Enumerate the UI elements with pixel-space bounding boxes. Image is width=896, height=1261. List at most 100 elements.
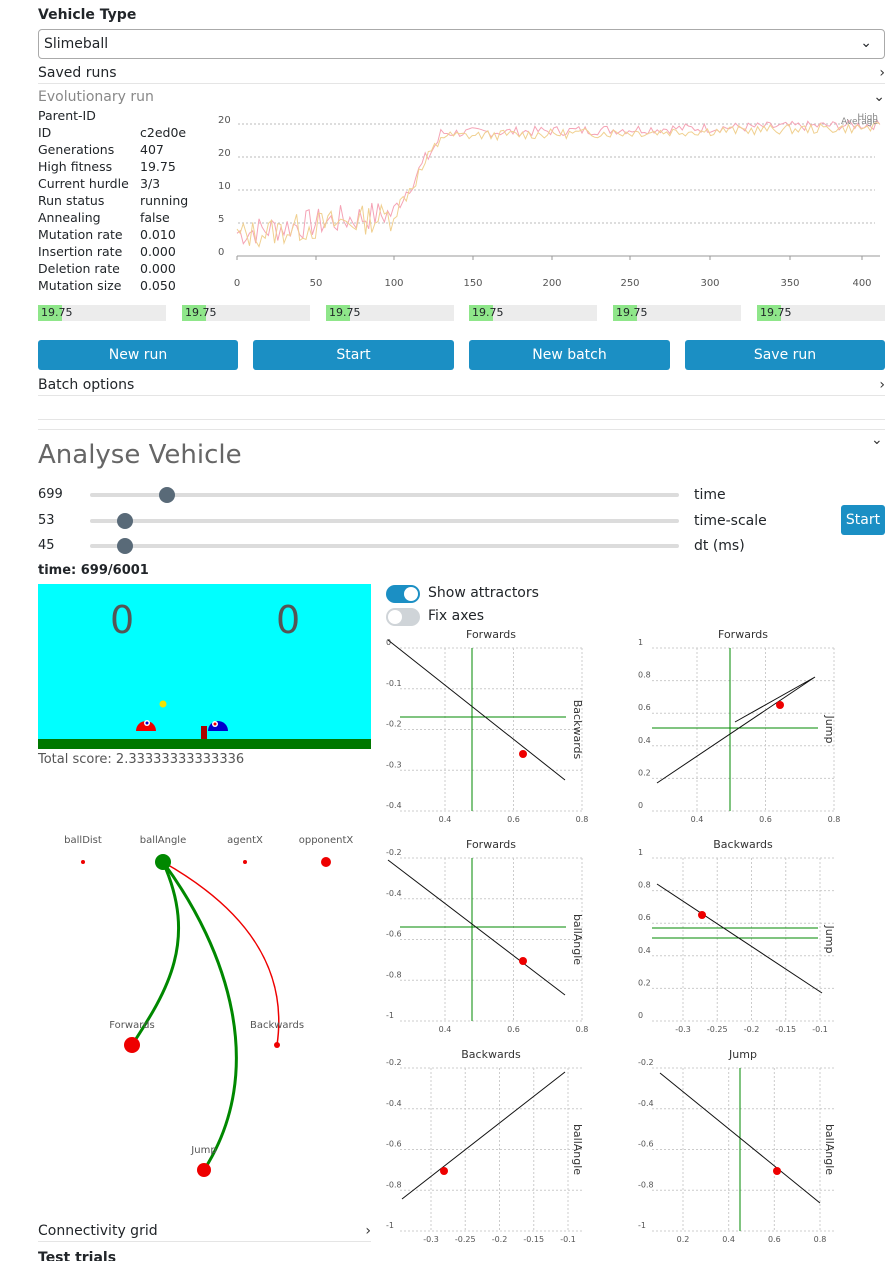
x-tick-label: 150 (463, 278, 482, 289)
toggle-label: Show attractors (428, 585, 539, 601)
high-line (236, 119, 881, 245)
plot-ylabel: ballAngle (571, 1124, 584, 1175)
x-tick-label: 400 (852, 278, 871, 289)
y-tick-label: -0.3 (386, 760, 402, 769)
x-tick-label: 0.4 (439, 1025, 452, 1034)
x-tick-label: -0.2 (492, 1235, 508, 1244)
slider-thumb[interactable] (159, 487, 175, 503)
x-tick-label: 250 (620, 278, 639, 289)
info-value: 0.050 (140, 278, 176, 293)
toggle-fix-axes[interactable]: Fix axes (386, 608, 484, 626)
vehicle-type-value: Slimeball (44, 36, 109, 52)
save-run-button[interactable]: Save run (685, 340, 885, 370)
info-key: Annealing (38, 210, 101, 225)
y-tick-label: 0.6 (638, 703, 651, 712)
x-tick-label: 0.2 (677, 1235, 690, 1244)
saved-runs-label: Saved runs (38, 64, 117, 81)
game-canvas: 0 0 (38, 584, 371, 749)
y-tick-label: 0.2 (638, 978, 651, 987)
divider (38, 419, 885, 420)
start-button[interactable]: Start (253, 340, 454, 370)
info-key: Run status (38, 193, 105, 208)
slider-thumb[interactable] (117, 513, 133, 529)
slider-label: dt (ms) (694, 538, 745, 554)
evolutionary-run-header[interactable]: Evolutionary run ⌄ (38, 87, 885, 107)
y-tick-label: -0.1 (386, 679, 402, 688)
plot-ylabel: ballAngle (571, 914, 584, 965)
chevron-down-icon[interactable]: ⌄ (871, 432, 883, 448)
saved-runs-header[interactable]: Saved runs › (38, 62, 885, 84)
x-tick-label: 0 (234, 278, 240, 289)
phase-plot: Backwards 1 0.8 0.6 0.4 0.2 0 -0.3 -0.25 -0.2 -0.1… (638, 838, 836, 1034)
y-tick-label: 20 (218, 148, 231, 159)
x-tick-label: -0.2 (744, 1025, 760, 1034)
input-label: opponentX (299, 835, 354, 846)
slider-value: 699 (38, 487, 63, 502)
analyse-start-button[interactable]: Start (841, 505, 885, 535)
state-marker (519, 957, 527, 965)
test-trials-label[interactable]: Test trials (38, 1250, 116, 1261)
fitness-bar: 19.75 (326, 305, 454, 321)
info-key: Deletion rate (38, 261, 120, 276)
slider-label: time (694, 487, 726, 503)
output-label: Forwards (109, 1020, 154, 1031)
agent-pupil (145, 721, 149, 725)
x-tick-label: 350 (780, 278, 799, 289)
toggle-show-attractors[interactable]: Show attractors (386, 585, 539, 603)
output-node (124, 1037, 140, 1053)
y-tick-label: -0.4 (386, 801, 402, 810)
new-batch-button[interactable]: New batch (469, 340, 670, 370)
vehicle-type-label: Vehicle Type (38, 7, 137, 23)
x-tick-label: -0.15 (523, 1235, 544, 1244)
slider-track[interactable] (90, 544, 679, 548)
output-node (197, 1163, 211, 1177)
info-key: Current hurdle (38, 176, 129, 191)
y-tick-label: -0.4 (386, 1099, 402, 1108)
fitness-bar: 19.75 (469, 305, 597, 321)
analyse-title: Analyse Vehicle (38, 440, 242, 470)
fitness-bar-label: 19.75 (760, 306, 792, 319)
input-node (155, 854, 171, 870)
connectivity-grid-header[interactable]: Connectivity grid › (38, 1220, 371, 1242)
x-tick-label: 50 (310, 278, 323, 289)
time-label: time: 699/6001 (38, 563, 149, 578)
plot-ylabel: Backwards (571, 700, 584, 760)
slider-label: time-scale (694, 513, 767, 529)
evolutionary-run-label: Evolutionary run (38, 89, 154, 105)
batch-options-header[interactable]: Batch options › (38, 374, 885, 396)
total-score: Total score: 2.33333333333336 (38, 752, 245, 767)
y-tick-label: 1 (638, 848, 643, 857)
new-run-button[interactable]: New run (38, 340, 238, 370)
vehicle-type-select[interactable]: Slimeball ⌄ (38, 29, 885, 59)
info-key: Generations (38, 142, 115, 157)
info-value: 0.000 (140, 261, 176, 276)
slider-thumb[interactable] (117, 538, 133, 554)
x-tick-label: -0.15 (775, 1025, 796, 1034)
y-tick-label: -0.2 (386, 720, 402, 729)
toggle-switch[interactable] (386, 608, 420, 626)
x-tick-label: 0.8 (576, 815, 589, 824)
plot-title: Forwards (718, 628, 768, 641)
network-graph: ballDist ballAngle agentX opponentX Forwards… (64, 835, 354, 1177)
info-value: c2ed0e (140, 125, 187, 140)
input-node (81, 860, 85, 864)
y-tick-label: -0.8 (386, 1180, 402, 1189)
chevron-right-icon: › (365, 1222, 371, 1239)
ground (38, 739, 371, 749)
slider-track[interactable] (90, 493, 679, 497)
fitness-bar: 19.75 (38, 305, 166, 321)
slider-track[interactable] (90, 519, 679, 523)
input-node (321, 857, 331, 867)
x-tick-label: 0.8 (814, 1235, 827, 1244)
toggle-switch[interactable] (386, 585, 420, 603)
y-tick-label: 0.6 (638, 913, 651, 922)
opponent-slime (208, 721, 228, 731)
input-label: ballDist (64, 835, 102, 846)
plot-title: Forwards (466, 628, 516, 641)
info-value: 3/3 (140, 176, 161, 191)
info-value: 407 (140, 142, 164, 157)
input-label: agentX (227, 835, 263, 846)
plot-ylabel: Jump (823, 925, 836, 954)
info-value (140, 107, 188, 124)
y-tick-label: -0.4 (638, 1099, 654, 1108)
